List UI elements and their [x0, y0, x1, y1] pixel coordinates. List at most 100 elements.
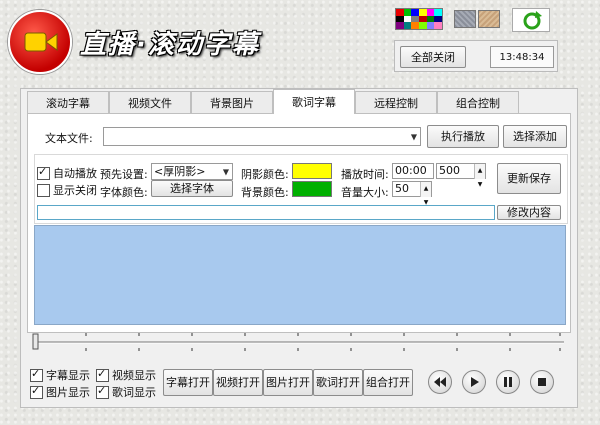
volume-spinbox[interactable]: 50 ▲ ▼: [392, 181, 432, 206]
checkbox-box: [30, 367, 43, 382]
tab-video-file[interactable]: 视频文件: [109, 91, 191, 113]
checkbox-label: 视频显示: [112, 369, 156, 382]
palette-color-cell[interactable]: [403, 15, 412, 23]
checkbox-label: 字幕显示: [46, 369, 90, 382]
tab-label: 歌词字幕: [292, 96, 336, 109]
preset-label: 预先设置:: [100, 168, 148, 181]
video-camera-icon: [24, 32, 58, 52]
spin-arrows-icon[interactable]: ▲ ▼: [474, 164, 485, 188]
volume-value: 50: [395, 182, 409, 195]
palette-color-cell[interactable]: [411, 15, 419, 23]
palette-color-cell[interactable]: [434, 22, 442, 29]
rewind-button[interactable]: [428, 370, 452, 394]
timeline-slider[interactable]: [32, 330, 566, 352]
shadow-color-swatch[interactable]: [292, 163, 332, 179]
pause-button[interactable]: [496, 370, 520, 394]
texture-swatch-gray[interactable]: [454, 10, 476, 28]
update-save-button[interactable]: 更新保存: [497, 163, 561, 194]
spin-arrows-icon[interactable]: ▲ ▼: [420, 182, 431, 206]
stop-button[interactable]: [530, 370, 554, 394]
palette-color-cell[interactable]: [434, 9, 442, 16]
text-file-select[interactable]: ▼: [103, 127, 421, 146]
texture-swatch-tan[interactable]: [478, 10, 500, 28]
subtitle-display-checkbox[interactable]: 字幕显示: [30, 367, 90, 383]
tab-label: 视频文件: [128, 96, 172, 110]
tab-background-image[interactable]: 背景图片: [191, 91, 273, 113]
tab-remote-control[interactable]: 远程控制: [355, 91, 437, 113]
preset-select[interactable]: <厚阴影> ▼: [151, 163, 233, 180]
tab-label: 背景图片: [210, 96, 254, 110]
play-icon: [471, 377, 479, 387]
tab-label: 滚动字幕: [46, 96, 90, 110]
image-display-checkbox[interactable]: 图片显示: [30, 384, 90, 400]
checkbox-box: [37, 183, 50, 197]
palette-color-cell[interactable]: [396, 22, 404, 29]
autoplay-label: 自动播放: [53, 167, 97, 180]
tab-scroll-subtitle[interactable]: 滚动字幕: [27, 91, 109, 113]
tab-label: 远程控制: [374, 96, 418, 110]
clock-display: 13:48:34: [490, 46, 554, 68]
palette-color-cell[interactable]: [418, 9, 427, 16]
duration-spinbox[interactable]: 500 ▲ ▼: [436, 163, 486, 188]
lyrics-display-checkbox[interactable]: 歌词显示: [96, 384, 156, 400]
preset-value: <厚阴影>: [154, 165, 206, 178]
execute-play-button[interactable]: 执行播放: [427, 125, 499, 148]
color-palette[interactable]: [395, 8, 443, 30]
tab-lyrics-subtitle[interactable]: 歌词字幕: [273, 89, 355, 114]
play-time-label: 播放时间:: [341, 168, 389, 181]
video-display-checkbox[interactable]: 视频显示: [96, 367, 156, 383]
tab-bar: 滚动字幕 视频文件 背景图片 歌词字幕 远程控制 组合控制: [27, 89, 519, 114]
subtitle-open-button[interactable]: 字幕打开: [163, 369, 213, 396]
lyrics-open-button[interactable]: 歌词打开: [313, 369, 363, 396]
tab-label: 组合控制: [456, 96, 500, 110]
tab-combined-control[interactable]: 组合控制: [437, 91, 519, 113]
palette-color-cell[interactable]: [411, 9, 419, 16]
modify-content-button[interactable]: 修改内容: [497, 205, 561, 220]
palette-color-cell[interactable]: [411, 22, 419, 29]
refresh-icon: [523, 11, 542, 30]
refresh-button[interactable]: [512, 8, 550, 32]
image-open-button[interactable]: 图片打开: [263, 369, 313, 396]
video-open-button[interactable]: 视频打开: [213, 369, 263, 396]
palette-color-cell[interactable]: [396, 15, 404, 23]
chevron-down-icon: ▼: [222, 167, 229, 176]
lyric-display-area: [34, 225, 566, 325]
show-close-label: 显示关闭: [53, 184, 97, 197]
close-all-button[interactable]: 全部关闭: [400, 46, 466, 68]
palette-color-cell[interactable]: [403, 22, 412, 29]
stop-icon: [538, 378, 546, 386]
select-add-button[interactable]: 选择添加: [503, 125, 567, 148]
checkbox-box: [30, 384, 43, 399]
palette-color-cell[interactable]: [418, 15, 427, 23]
timeline-track: [32, 333, 564, 351]
checkbox-label: 图片显示: [46, 386, 90, 399]
app-logo: [8, 10, 72, 74]
palette-color-cell[interactable]: [434, 15, 442, 23]
palette-color-cell[interactable]: [418, 22, 427, 29]
checkbox-box: [96, 384, 109, 399]
text-file-label: 文本文件:: [45, 132, 93, 145]
duration-value: 500: [439, 164, 460, 177]
show-close-checkbox[interactable]: 显示关闭: [37, 182, 97, 198]
autoplay-checkbox[interactable]: 自动播放: [37, 165, 97, 181]
palette-color-cell[interactable]: [426, 9, 435, 16]
pause-icon: [504, 377, 512, 387]
checkbox-label: 歌词显示: [112, 386, 156, 399]
play-time-input[interactable]: 00:00: [392, 163, 434, 179]
app-title: 直播·滚动字幕: [80, 30, 260, 60]
rewind-icon: [434, 377, 446, 387]
lyric-edit-input[interactable]: [37, 205, 495, 220]
palette-color-cell[interactable]: [396, 9, 404, 16]
font-color-label: 字体颜色:: [100, 186, 148, 199]
checkbox-box: [37, 165, 50, 180]
palette-color-cell[interactable]: [426, 22, 435, 29]
choose-font-button[interactable]: 选择字体: [151, 180, 233, 197]
palette-color-cell[interactable]: [403, 9, 412, 16]
shadow-color-label: 阴影颜色:: [241, 168, 289, 181]
palette-color-cell[interactable]: [426, 15, 435, 23]
play-button[interactable]: [462, 370, 486, 394]
volume-label: 音量大小:: [341, 186, 389, 199]
background-color-swatch[interactable]: [292, 181, 332, 197]
combined-open-button[interactable]: 组合打开: [363, 369, 413, 396]
chevron-down-icon: ▼: [410, 132, 417, 141]
